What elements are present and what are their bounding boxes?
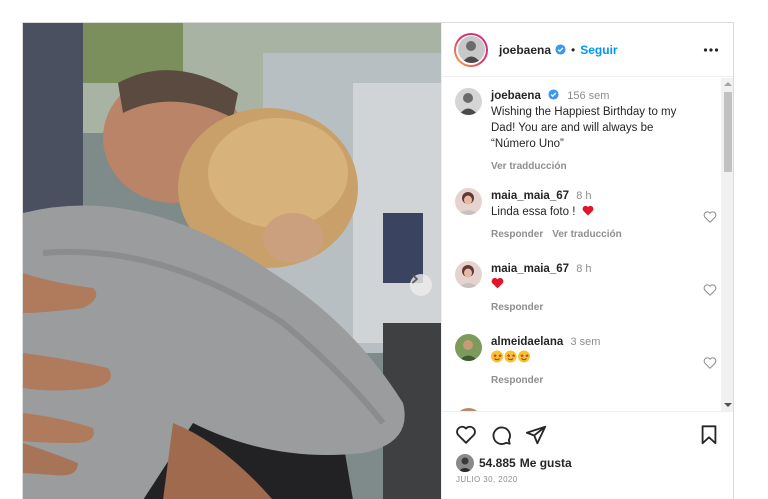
comment-username[interactable]: almeidaelana xyxy=(491,336,563,348)
likes-label[interactable]: Me gusta xyxy=(520,456,572,470)
comment-icon[interactable] xyxy=(490,424,512,446)
photo-illustration xyxy=(23,23,441,499)
chevron-right-icon xyxy=(412,274,418,284)
post-side-panel: joebaena • Seguir joebaena 156 sem Wishi… xyxy=(441,23,733,499)
red-heart-emoji-icon xyxy=(491,277,504,289)
scroll-thumb[interactable] xyxy=(724,92,732,172)
reply-link[interactable]: Responder xyxy=(491,375,543,386)
caption-avatar[interactable] xyxy=(455,88,482,115)
like-comment-heart-icon[interactable] xyxy=(703,283,717,297)
share-icon[interactable] xyxy=(525,424,547,446)
post-header: joebaena • Seguir xyxy=(442,23,733,77)
caption-text: Wishing the Happiest Birthday to my Dad!… xyxy=(491,106,677,150)
scroll-down-arrow[interactable] xyxy=(724,403,732,407)
author-avatar xyxy=(457,36,485,63)
heart-icon[interactable] xyxy=(455,424,477,446)
like-comment-heart-icon[interactable] xyxy=(703,356,717,370)
more-options-icon[interactable] xyxy=(703,42,719,58)
follow-button[interactable]: Seguir xyxy=(580,43,617,57)
star-eyes-emoji-group xyxy=(491,350,701,366)
comment-avatar[interactable] xyxy=(455,261,482,288)
post-date[interactable]: JULIO 30, 2020 xyxy=(456,475,518,484)
comment-username[interactable]: maia_maia_67 xyxy=(491,190,569,202)
caption-translate-link[interactable]: Ver tradducción xyxy=(491,161,567,172)
comments-scrollbar[interactable] xyxy=(721,78,733,411)
translate-link[interactable]: Ver traducción xyxy=(552,229,621,240)
comment-avatar[interactable] xyxy=(455,334,482,361)
like-comment-heart-icon[interactable] xyxy=(703,210,717,224)
likes-count[interactable]: 54.885 xyxy=(479,456,516,470)
post-actions-bar: 54.885 Me gusta JULIO 30, 2020 xyxy=(442,411,733,499)
likes-row[interactable]: 54.885 Me gusta xyxy=(456,454,572,472)
bookmark-icon[interactable] xyxy=(698,424,720,446)
verified-badge-icon xyxy=(548,89,559,100)
header-separator: • xyxy=(571,42,576,57)
comments-list[interactable]: joebaena 156 sem Wishing the Happiest Bi… xyxy=(442,78,722,411)
red-heart-emoji-icon xyxy=(582,205,594,216)
author-username[interactable]: joebaena xyxy=(499,43,551,57)
comment-text: Linda essa foto ! xyxy=(491,206,576,218)
comment-username[interactable]: maia_maia_67 xyxy=(491,263,569,275)
reply-link[interactable]: Responder xyxy=(491,229,543,240)
caption-time[interactable]: 156 sem xyxy=(567,90,609,102)
post-photo[interactable] xyxy=(23,23,441,499)
scroll-up-arrow[interactable] xyxy=(724,82,732,86)
comment-time[interactable]: 8 h xyxy=(576,263,591,275)
liker-avatar xyxy=(456,454,474,472)
star-eyes-emoji-icon xyxy=(491,350,503,363)
comment-time[interactable]: 3 sem xyxy=(570,336,600,348)
reply-link[interactable]: Responder xyxy=(491,302,543,313)
caption-username[interactable]: joebaena xyxy=(491,90,541,102)
author-avatar-ring[interactable] xyxy=(454,32,488,67)
comment-avatar[interactable] xyxy=(455,188,482,215)
verified-badge-icon xyxy=(555,44,566,55)
comment-time[interactable]: 8 h xyxy=(576,190,591,202)
instagram-post-modal: joebaena • Seguir joebaena 156 sem Wishi… xyxy=(22,22,734,499)
next-photo-button[interactable] xyxy=(410,274,432,296)
